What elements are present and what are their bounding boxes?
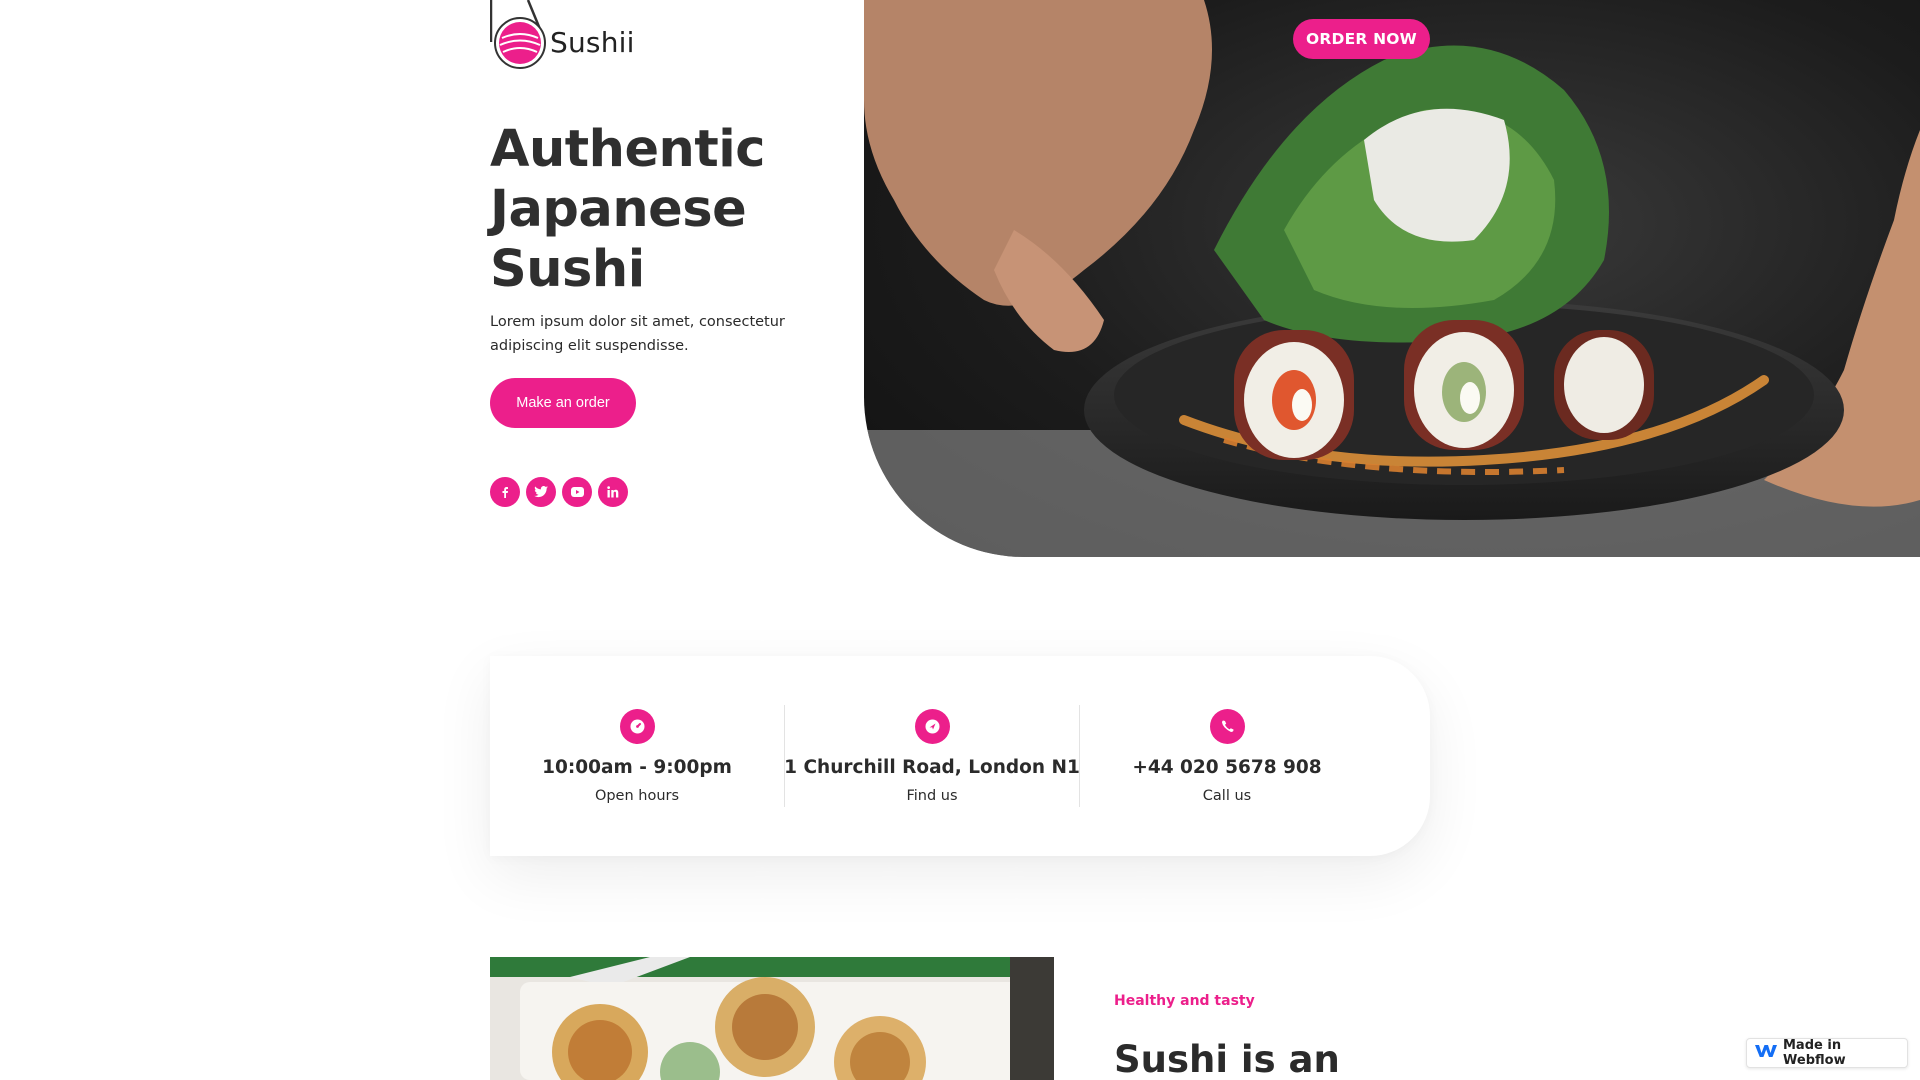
phone-icon <box>1209 708 1245 744</box>
facebook-icon[interactable] <box>490 477 520 507</box>
open-hours-label: Open hours <box>594 787 680 804</box>
webflow-logo-icon <box>1755 1044 1777 1062</box>
section-kicker: Healthy and tasty <box>1114 993 1255 1009</box>
open-hours-info: 10:00am - 9:00pm Open hours <box>490 708 784 804</box>
make-order-button[interactable]: Make an order <box>490 378 636 428</box>
section-title: Sushi is an <box>1114 1038 1340 1080</box>
open-hours-value: 10:00am - 9:00pm <box>542 756 732 778</box>
youtube-icon[interactable] <box>562 477 592 507</box>
hero-title-line: Japanese <box>490 180 747 239</box>
clock-icon <box>619 708 655 744</box>
hero-title: Authentic Japanese Sushi <box>490 120 850 300</box>
brand-logo[interactable]: Sushii <box>489 0 635 70</box>
phone-value: +44 020 5678 908 <box>1132 756 1322 778</box>
phone-info: +44 020 5678 908 Call us <box>1080 708 1374 804</box>
hero-description: Lorem ipsum dolor sit amet, consectetur … <box>490 314 785 354</box>
sushi-rolls-image <box>490 957 1054 1080</box>
badge-label: Made in Webflow <box>1783 1038 1846 1068</box>
made-in-webflow-badge[interactable]: Made in Webflow <box>1746 1038 1908 1068</box>
social-links <box>490 477 628 507</box>
phone-label: Call us <box>1202 787 1252 804</box>
brand-name: Sushii <box>550 25 635 59</box>
linkedin-icon[interactable] <box>598 477 628 507</box>
info-card: 10:00am - 9:00pm Open hours 1 Churchill … <box>490 656 1430 856</box>
address-info: 1 Churchill Road, London N1 Find us <box>784 708 1080 804</box>
sushi-roll-icon <box>489 0 550 70</box>
hero-title-line: Authentic <box>490 120 765 179</box>
hero-image <box>864 0 1920 557</box>
location-icon <box>914 708 950 744</box>
address-label: Find us <box>906 787 958 804</box>
order-now-button[interactable]: ORDER NOW <box>1293 19 1430 59</box>
hero-title-line: Sushi <box>490 240 645 299</box>
address-value: 1 Churchill Road, London N1 <box>784 756 1080 778</box>
twitter-icon[interactable] <box>526 477 556 507</box>
